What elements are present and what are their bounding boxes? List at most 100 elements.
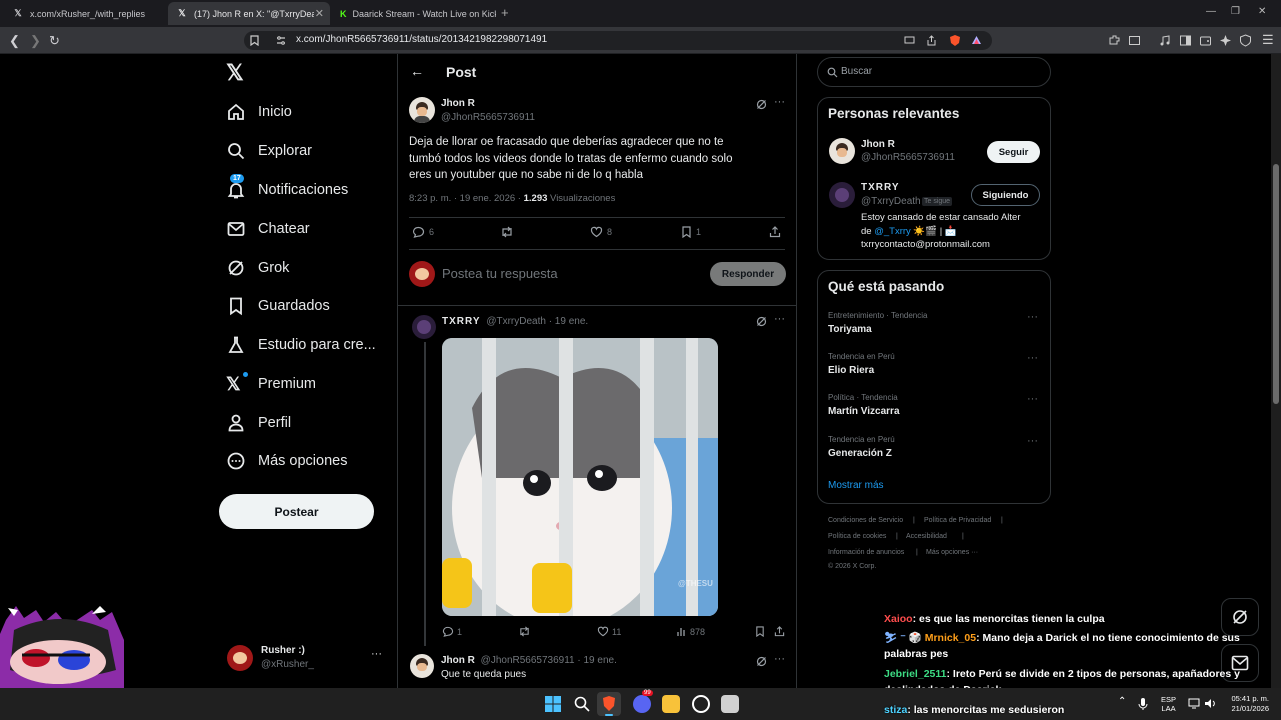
bookmark-action[interactable]: 1 — [681, 226, 701, 238]
show-more-link[interactable]: Mostrar más — [828, 480, 884, 491]
person-name[interactable]: ТХRRY — [861, 182, 900, 193]
reply-button[interactable]: Responder — [710, 262, 786, 286]
following-button[interactable]: Siguiendo — [971, 184, 1040, 206]
bookmark-icon[interactable] — [250, 35, 259, 46]
maximize-icon[interactable]: ❐ — [1231, 6, 1240, 17]
brave-shields-icon[interactable] — [949, 34, 961, 47]
close-window-icon[interactable]: ✕ — [1258, 6, 1266, 17]
grok-icon[interactable] — [756, 316, 767, 327]
file-explorer-icon[interactable] — [662, 695, 680, 713]
share-icon[interactable] — [774, 626, 785, 637]
footer-link[interactable]: Condiciones de Servicio — [828, 517, 903, 524]
menu-icon[interactable]: ☰ — [1262, 32, 1274, 48]
tab-xrusher[interactable]: 𝕏 x.com/xRusher_/with_replies — [4, 2, 166, 25]
more-icon[interactable]: ··· — [774, 653, 785, 665]
forward-icon[interactable]: ❯ — [30, 33, 41, 49]
scrollbar-thumb[interactable] — [1273, 164, 1279, 404]
nav-item-more[interactable]: Más opciones — [226, 448, 347, 474]
avatar[interactable] — [829, 138, 855, 164]
footer-link[interactable]: Política de cookies — [828, 533, 886, 540]
reply-input[interactable]: Postea tu respuesta — [442, 266, 558, 281]
author-name[interactable]: ТХRRY — [442, 316, 481, 327]
footer-link[interactable]: Política de Privacidad — [924, 517, 991, 524]
share-icon[interactable] — [926, 35, 937, 46]
reply-action[interactable]: 6 — [412, 226, 434, 238]
repost-icon[interactable] — [518, 626, 531, 637]
taskbar-app-active[interactable] — [597, 692, 621, 716]
nav-item-profile[interactable]: Perfil — [226, 410, 291, 436]
post-button[interactable]: Postear — [219, 494, 374, 529]
epic-games-icon[interactable] — [721, 695, 739, 713]
reply-action[interactable]: 1 — [442, 626, 462, 637]
like-action[interactable]: 8 — [590, 226, 612, 238]
tab-jhon-post[interactable]: 𝕏 (17) Jhon R en X: "@TxrryDeath I ✕ — [168, 2, 330, 25]
windows-start-icon[interactable] — [545, 696, 561, 712]
avatar[interactable] — [409, 97, 435, 123]
bookmark-icon[interactable] — [755, 626, 765, 637]
more-icon[interactable]: ··· — [371, 648, 382, 660]
author-name[interactable]: Jhon R — [441, 655, 475, 666]
back-icon[interactable]: ❮ — [9, 33, 20, 49]
nav-item-chat[interactable]: Chatear — [226, 216, 310, 242]
minimize-icon[interactable]: — — [1206, 6, 1216, 17]
author-name[interactable]: Jhon R — [441, 98, 475, 109]
more-icon[interactable]: ··· — [1027, 352, 1038, 364]
nav-item-grok[interactable]: Grok — [226, 255, 289, 281]
sidebar-icon[interactable] — [1179, 34, 1192, 47]
more-icon[interactable]: ··· — [1027, 311, 1038, 323]
scrollbar[interactable] — [1271, 54, 1281, 688]
discord-icon[interactable]: 99 — [633, 690, 653, 713]
leo-ai-icon[interactable] — [1219, 34, 1232, 47]
footer-link[interactable]: Accesibilidad — [906, 533, 947, 540]
follow-button[interactable]: Seguir — [987, 141, 1040, 163]
extensions-icon[interactable] — [1108, 34, 1121, 47]
account-switcher[interactable]: Rusher :) @xRusher_ ··· — [226, 643, 396, 679]
author-handle[interactable]: @JhonR5665736911 — [441, 112, 535, 123]
url-field[interactable]: x.com/JhonR5665736911/status/20134219822… — [244, 31, 992, 50]
avatar[interactable] — [412, 315, 436, 339]
avatar[interactable] — [410, 654, 434, 678]
person-name[interactable]: Jhon R — [861, 139, 895, 150]
wallet-icon[interactable] — [1199, 34, 1212, 47]
more-icon[interactable]: ··· — [774, 96, 785, 108]
screenshot-icon[interactable] — [1128, 34, 1141, 47]
more-icon[interactable]: ··· — [1027, 393, 1038, 405]
nav-item-home[interactable]: Inicio — [226, 99, 292, 125]
person-handle[interactable]: @JhonR5665736911 — [861, 152, 955, 163]
grok-icon[interactable] — [756, 99, 767, 110]
footer-link[interactable]: Información de anuncios — [828, 549, 904, 556]
tab-kick-stream[interactable]: K Daarick Stream - Watch Live on Kick — [332, 2, 496, 25]
nav-item-explore[interactable]: Explorar — [226, 138, 312, 164]
close-tab-icon[interactable]: ✕ — [315, 7, 324, 20]
cast-icon[interactable] — [904, 36, 915, 45]
author-handle[interactable]: @TxrryDeath · 19 ene. — [486, 316, 588, 327]
media-icon[interactable] — [1159, 34, 1172, 47]
footer-link[interactable]: Más opciones ··· — [926, 549, 978, 556]
vpn-shield-icon[interactable] — [1239, 34, 1252, 47]
post-time[interactable]: 8:23 p. m. · 19 ene. 2026 · — [409, 193, 521, 204]
reload-icon[interactable]: ↻ — [49, 33, 60, 49]
views-action[interactable]: 878 — [676, 626, 705, 637]
site-info-icon[interactable] — [276, 36, 286, 45]
x-logo-icon[interactable]: 𝕏 — [226, 60, 244, 86]
person-handle[interactable]: @TxrryDeath — [861, 196, 921, 207]
share-icon[interactable] — [769, 226, 781, 238]
repost-icon[interactable] — [500, 226, 514, 238]
obs-icon[interactable] — [692, 695, 710, 713]
search-icon[interactable] — [574, 696, 590, 712]
post-image-kitten[interactable]: @THESU — [442, 338, 718, 616]
more-icon[interactable]: ··· — [774, 313, 785, 325]
nav-item-bookmarks[interactable]: Guardados — [226, 293, 330, 319]
nav-item-creator-studio[interactable]: Estudio para cre... — [226, 332, 376, 358]
back-arrow-icon[interactable]: ← — [410, 63, 424, 79]
more-icon[interactable]: ··· — [1027, 435, 1038, 447]
new-tab-icon[interactable]: + — [501, 5, 509, 20]
nav-item-premium[interactable]: 𝕏 Premium — [226, 371, 316, 397]
brave-rewards-icon[interactable] — [971, 35, 982, 45]
bio-mention[interactable]: @_Txrry — [874, 226, 911, 237]
nav-item-notifications[interactable]: 17 Notificaciones — [226, 174, 348, 203]
search-input[interactable]: Buscar — [817, 57, 1051, 87]
like-action[interactable]: 11 — [597, 626, 621, 637]
grok-icon[interactable] — [756, 656, 767, 667]
author-handle[interactable]: @JhonR5665736911 · 19 ene. — [481, 655, 617, 666]
